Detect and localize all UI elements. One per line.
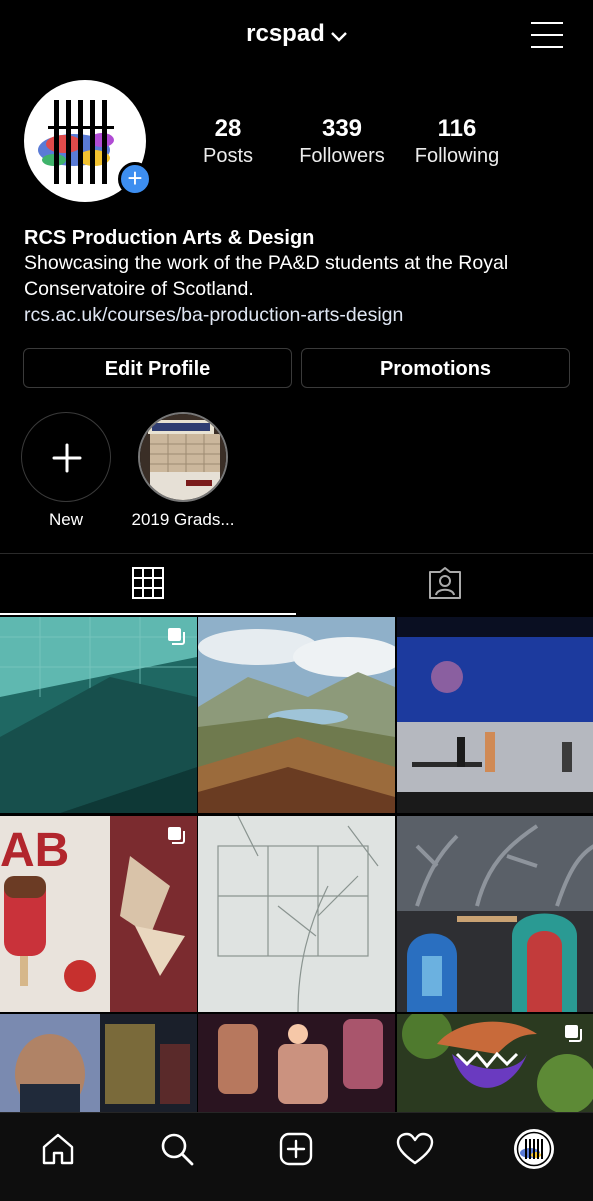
- display-name: RCS Production Arts & Design: [24, 227, 315, 249]
- new-post-icon[interactable]: [276, 1129, 316, 1169]
- followers-count: 339: [321, 115, 363, 142]
- highlight-new[interactable]: New: [11, 412, 121, 530]
- top-bar: rcspad: [0, 0, 593, 74]
- promotions-button[interactable]: Promotions: [301, 348, 570, 388]
- profile-bio: RCS Production Arts & Design Showcasing …: [24, 226, 569, 328]
- carousel-icon: [167, 826, 187, 846]
- profile-avatar-icon[interactable]: [514, 1129, 554, 1169]
- menu-icon[interactable]: [531, 22, 563, 50]
- highlight-2019-grads[interactable]: 2019 Grads...: [128, 412, 238, 530]
- activity-heart-icon[interactable]: [395, 1129, 435, 1169]
- profile-tabs: [0, 554, 593, 616]
- highlight-label: New: [48, 510, 83, 529]
- following-count: 116: [437, 115, 477, 142]
- following-stat[interactable]: 116 Following: [408, 115, 506, 169]
- post-thumbnail[interactable]: [397, 1014, 593, 1114]
- highlight-label: 2019 Grads...: [131, 510, 235, 529]
- post-thumbnail[interactable]: [0, 1014, 197, 1114]
- carousel-icon: [167, 627, 187, 647]
- active-tab-indicator: [0, 613, 296, 615]
- followers-stat[interactable]: 339 Followers: [292, 115, 392, 169]
- post-thumbnail[interactable]: [198, 816, 395, 1012]
- carousel-icon: [564, 1024, 584, 1044]
- post-thumbnail[interactable]: [198, 617, 395, 813]
- svg-text:AB: AB: [0, 824, 69, 877]
- post-thumbnail[interactable]: [397, 816, 593, 1012]
- bio-link[interactable]: rcs.ac.uk/courses/ba-production-arts-des…: [24, 302, 569, 328]
- post-thumbnail[interactable]: [397, 617, 593, 813]
- following-label: Following: [414, 145, 500, 167]
- search-icon[interactable]: [157, 1129, 197, 1169]
- highlight-cover: [138, 412, 228, 502]
- bio-text: Showcasing the work of the PA&D students…: [24, 252, 509, 300]
- posts-label: Posts: [202, 145, 254, 167]
- tab-grid[interactable]: [0, 554, 296, 616]
- plus-icon: [21, 412, 111, 502]
- edit-profile-button[interactable]: Edit Profile: [23, 348, 292, 388]
- post-thumbnail[interactable]: [198, 1014, 395, 1114]
- posts-count: 28: [214, 115, 242, 142]
- posts-stat[interactable]: 28 Posts: [188, 115, 268, 169]
- chevron-down-icon: [330, 21, 347, 49]
- grid-icon: [131, 566, 165, 605]
- username-label: rcspad: [246, 20, 325, 47]
- tab-tagged[interactable]: [297, 554, 593, 616]
- followers-label: Followers: [299, 145, 385, 167]
- profile-avatar[interactable]: +: [24, 80, 152, 204]
- bottom-nav: [0, 1112, 593, 1201]
- post-thumbnail[interactable]: [0, 617, 197, 813]
- account-switcher[interactable]: rcspad: [0, 20, 593, 49]
- add-story-plus-icon[interactable]: +: [118, 162, 152, 196]
- tagged-icon: [427, 566, 463, 605]
- home-icon[interactable]: [38, 1129, 78, 1169]
- post-thumbnail[interactable]: AB: [0, 816, 197, 1012]
